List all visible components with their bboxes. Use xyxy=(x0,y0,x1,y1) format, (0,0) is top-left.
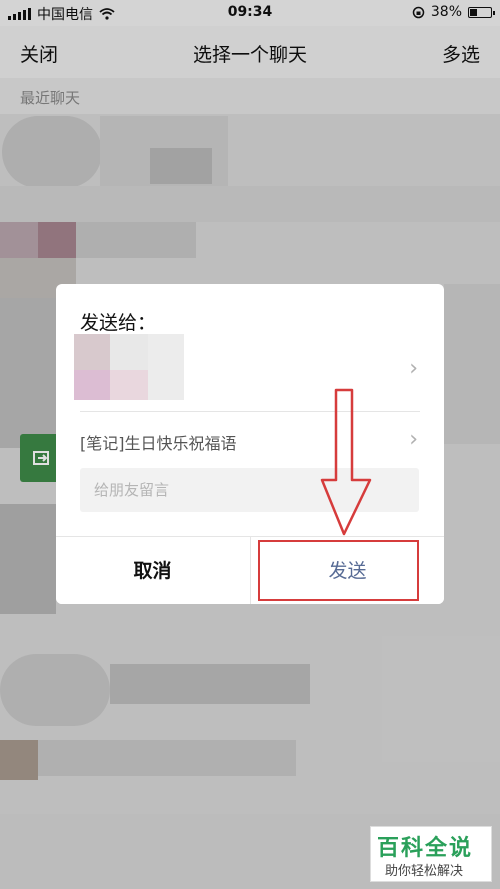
dialog-heading: 发送给： xyxy=(80,312,157,334)
watermark-logo: 百科全说 助你轻松解决 xyxy=(370,826,492,882)
watermark-subtitle: 助你轻松解决 xyxy=(385,864,464,879)
annotation-arrow xyxy=(320,388,372,536)
watermark-title: 百科全说 xyxy=(377,836,474,861)
recipient-avatar[interactable] xyxy=(74,334,184,400)
cancel-button[interactable]: 取消 xyxy=(56,537,249,604)
chevron-right-icon[interactable]: › xyxy=(409,356,418,381)
chevron-right-icon[interactable]: › xyxy=(409,427,418,452)
shared-item-title: [笔记]生日快乐祝福语 xyxy=(80,434,237,453)
highlight-box xyxy=(258,540,419,601)
